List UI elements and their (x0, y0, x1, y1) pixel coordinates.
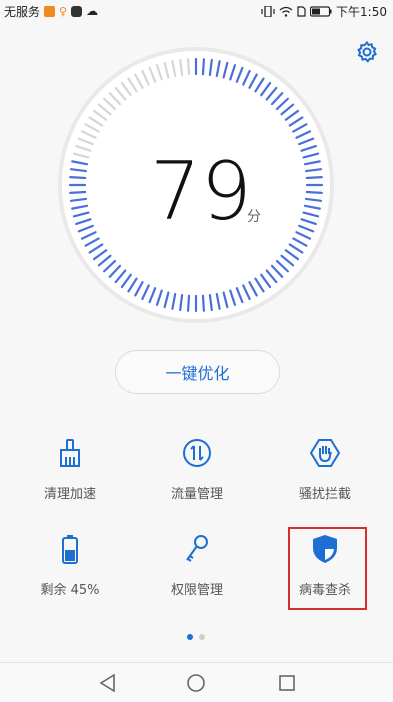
gauge-tick-active (201, 294, 206, 312)
battery-icon (62, 535, 78, 564)
shield-icon (313, 535, 337, 563)
score-value: 79 (150, 145, 252, 238)
page-indicator (187, 634, 205, 640)
broom-icon (60, 439, 80, 467)
notification-figure-icon: ♀ (59, 4, 68, 18)
tool-label: 骚扰拦截 (298, 487, 351, 502)
wifi-icon (279, 6, 293, 17)
tool-permission-management[interactable]: 权限管理 (142, 533, 252, 615)
gauge-tick-active (69, 190, 87, 195)
tool-virus-scan[interactable]: 病毒查杀 (270, 533, 380, 615)
hand-block-icon (309, 439, 341, 467)
status-bar-right: 下午1:50 (261, 3, 387, 20)
gauge-tick-active (186, 294, 191, 312)
settings-button[interactable] (355, 40, 379, 64)
tool-label: 权限管理 (170, 583, 223, 598)
score-unit: 分 (247, 209, 261, 225)
gauge-tick-active (305, 175, 323, 180)
tool-label: 清理加速 (43, 487, 96, 502)
vibrate-icon (261, 5, 275, 17)
page-dot (199, 634, 205, 640)
status-bar: 无服务 ♀ ☁ 下午1:50 (0, 0, 393, 22)
status-bar-left: 无服务 ♀ ☁ (4, 3, 98, 20)
back-triangle-icon (99, 673, 115, 693)
gauge-tick-inactive (186, 58, 191, 76)
back-button[interactable] (98, 673, 122, 693)
home-button[interactable] (186, 673, 210, 693)
home-circle-icon (187, 674, 205, 692)
gauge-tick-active (69, 175, 87, 180)
gear-icon (357, 40, 377, 63)
clock-text: 下午1:50 (336, 4, 387, 19)
page-dot-active (187, 634, 193, 640)
tool-label: 病毒查杀 (298, 583, 351, 598)
tool-label: 流量管理 (170, 487, 223, 502)
key-icon (186, 535, 208, 562)
tool-clean-speedup[interactable]: 清理加速 (15, 437, 125, 519)
tool-harassment-block[interactable]: 骚扰拦截 (270, 437, 380, 519)
cloud-icon: ☁ (86, 4, 99, 18)
sim-icon (297, 5, 306, 17)
tool-data-management[interactable]: 流量管理 (142, 437, 252, 519)
data-traffic-icon (183, 439, 211, 467)
tool-battery[interactable]: 剩余 45% (15, 533, 125, 615)
gauge-tick-active (201, 58, 206, 76)
recents-button[interactable] (277, 673, 301, 693)
gauge-tick-active (305, 190, 323, 195)
recents-square-icon (279, 675, 295, 691)
navigation-bar (0, 662, 393, 702)
notification-app-icon (44, 5, 56, 17)
battery-status-icon (310, 5, 332, 17)
notification-app-icon-dark (71, 5, 83, 17)
carrier-text: 无服务 (4, 4, 41, 19)
tool-label: 剩余 45% (40, 583, 100, 598)
one-click-optimize-button[interactable]: 一键优化 (115, 350, 280, 394)
